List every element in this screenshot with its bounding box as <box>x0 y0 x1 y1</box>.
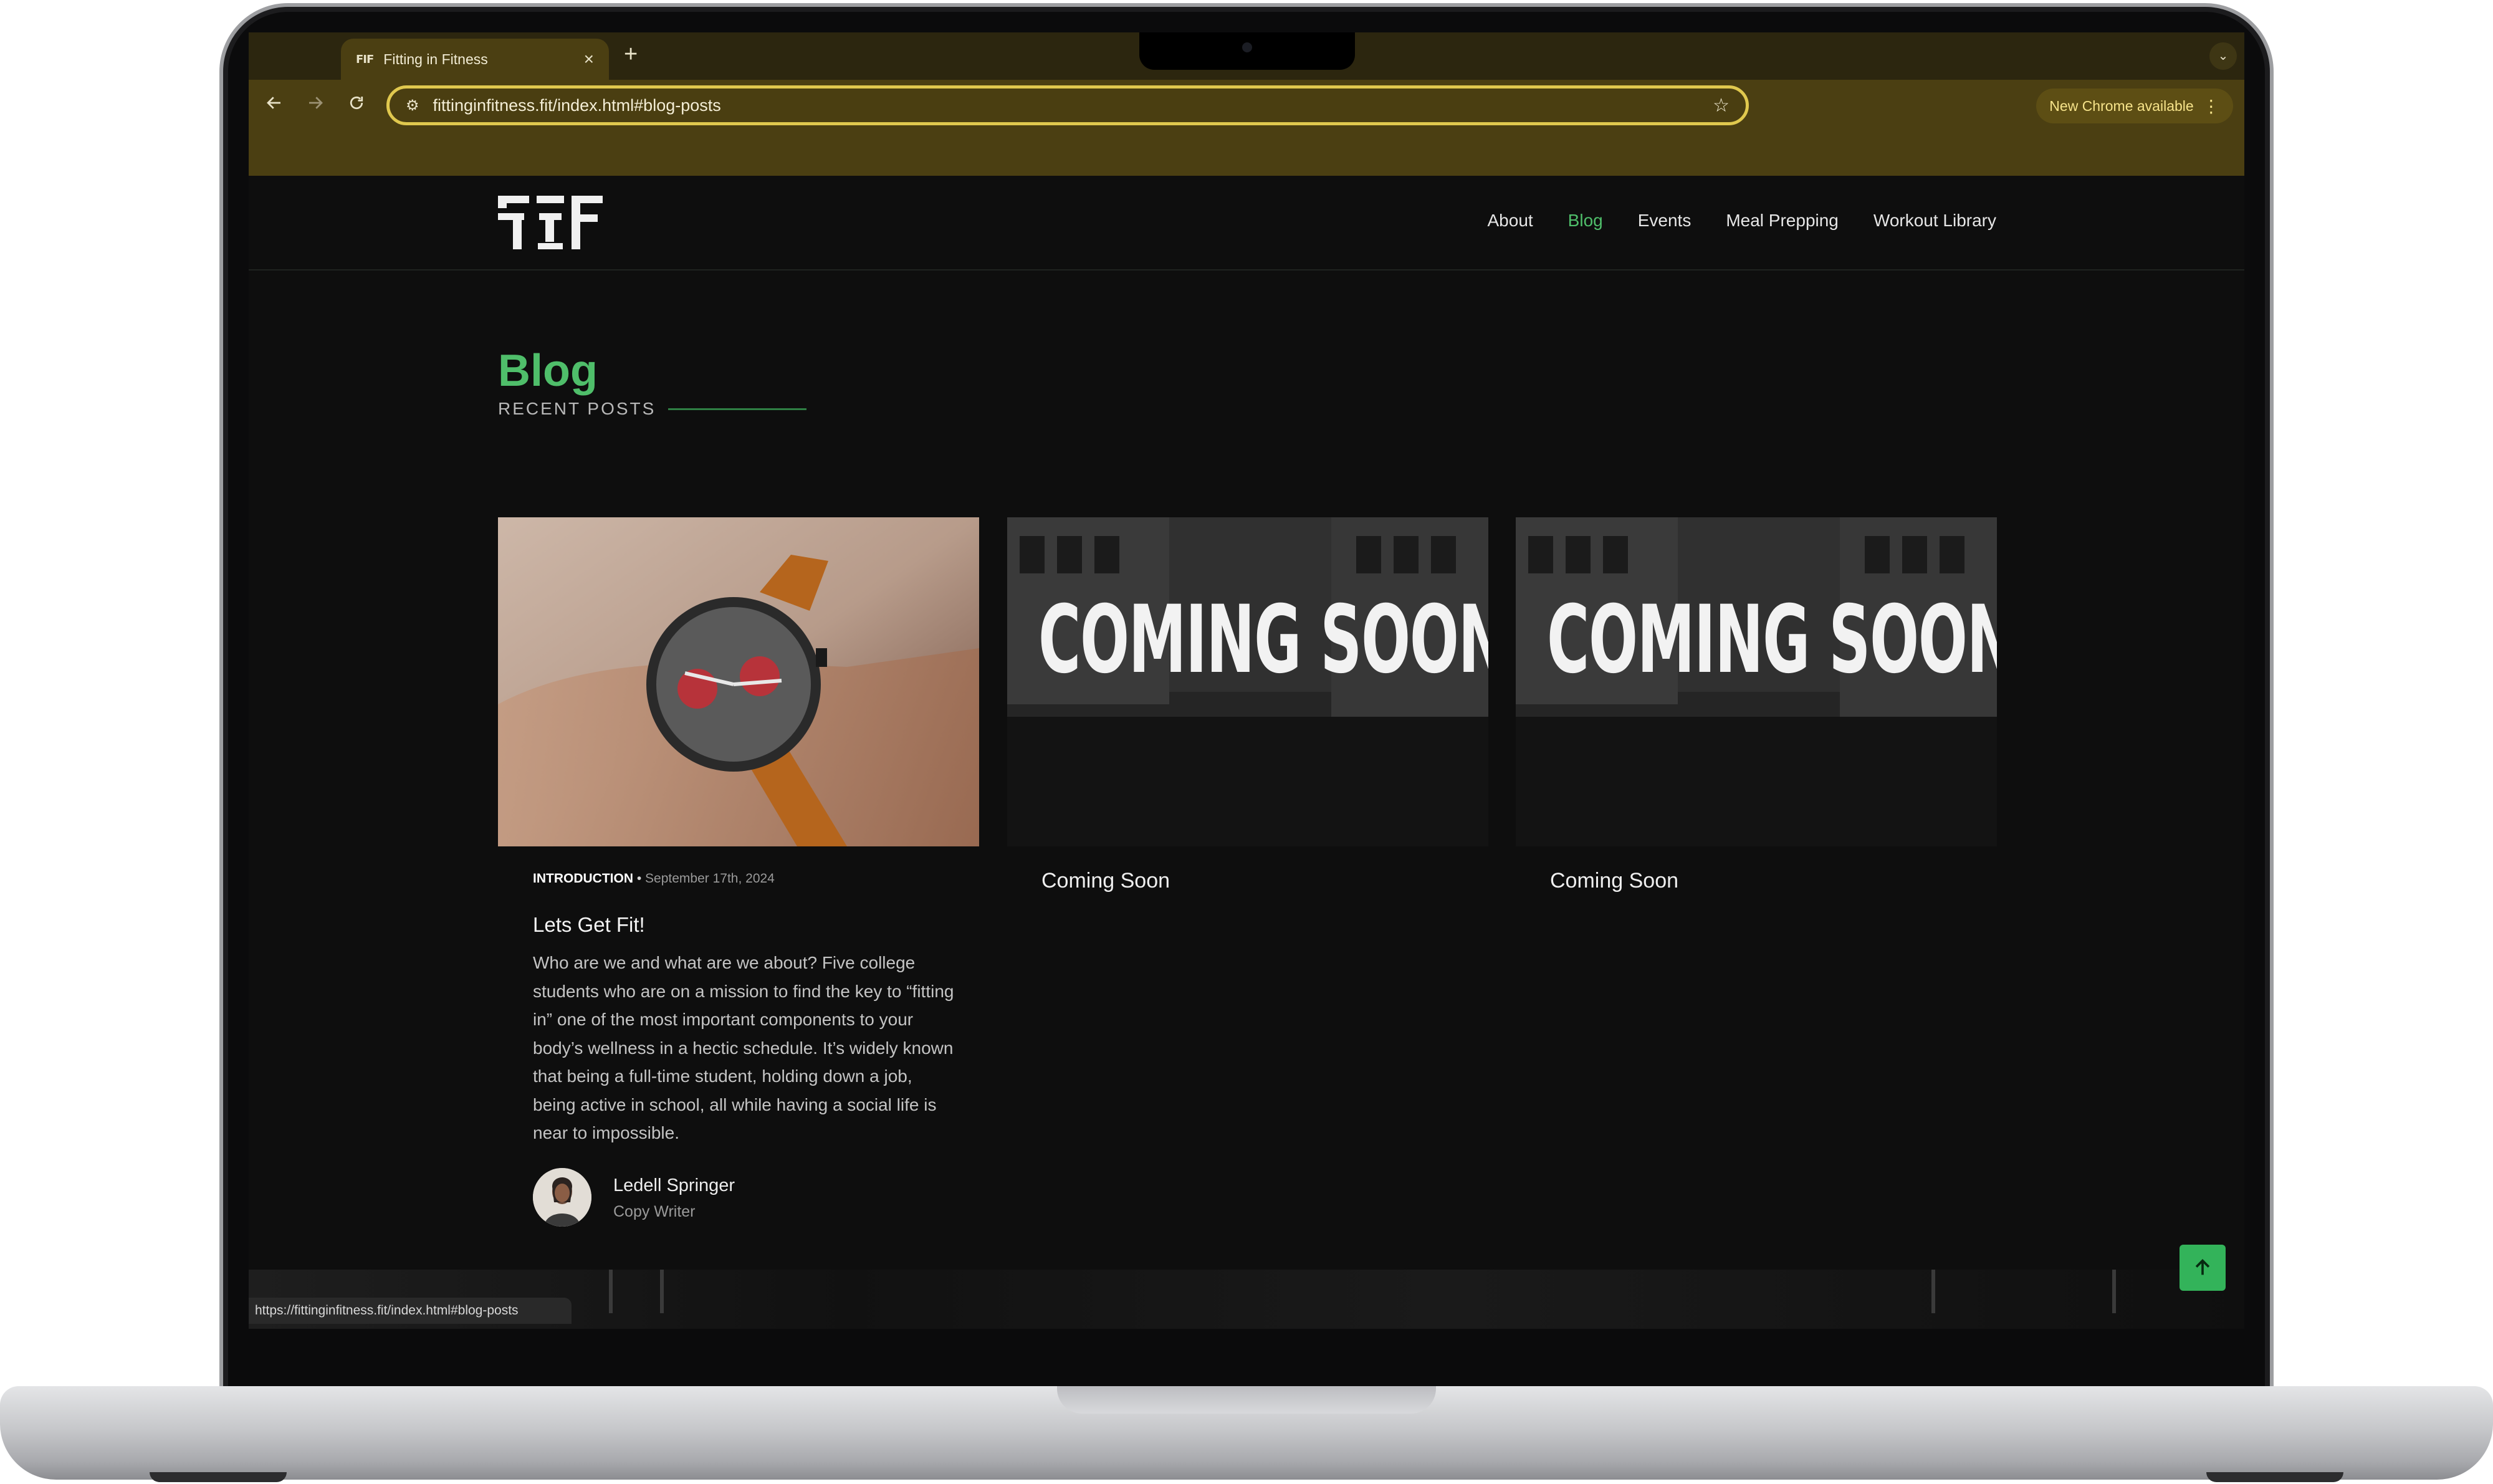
back-button[interactable] <box>265 93 284 117</box>
menu-dots-icon: ⋮ <box>2202 96 2220 116</box>
new-tab-button[interactable]: + <box>624 41 638 68</box>
favicon-icon: FIF <box>356 52 374 66</box>
web-page: About Blog Events Meal Prepping Workout … <box>249 176 2244 1329</box>
author-name: Ledell Springer <box>613 1175 735 1195</box>
avatar-photo <box>533 1168 591 1227</box>
forward-button[interactable] <box>306 93 325 117</box>
arrow-up-icon <box>2195 1259 2210 1275</box>
laptop-foot-right <box>2206 1472 2343 1482</box>
divider-line <box>668 408 807 410</box>
chrome-update-button[interactable]: New Chrome available ⋮ <box>2036 89 2233 123</box>
post-category[interactable]: INTRODUCTION <box>533 871 633 886</box>
strip-post <box>2112 1270 2116 1313</box>
recent-posts-label: RECENT POSTS <box>498 399 656 418</box>
nav-meal-prepping[interactable]: Meal Prepping <box>1726 211 1839 231</box>
author-avatar <box>533 1168 591 1227</box>
laptop-screen: FIF Fitting in Fitness × + ⌄ ⚙ fittingin… <box>249 32 2244 1329</box>
address-bar[interactable]: ⚙ fittinginfitness.fit/index.html#blog-p… <box>386 85 1749 125</box>
site-header: About Blog Events Meal Prepping Workout … <box>249 176 2244 270</box>
camera-notch <box>1139 32 1355 70</box>
arrow-right-icon <box>309 97 323 109</box>
update-label: New Chrome available <box>2049 97 2194 114</box>
post-title[interactable]: Lets Get Fit! <box>533 913 645 937</box>
author-role: Copy Writer <box>613 1203 696 1220</box>
strip-post <box>1931 1270 1935 1313</box>
post-image-watch[interactable] <box>498 517 979 846</box>
laptop-lid-notch <box>1057 1386 1436 1414</box>
arrow-left-icon <box>267 97 280 109</box>
reload-icon <box>350 96 363 110</box>
tab-search-button[interactable]: ⌄ <box>2209 42 2237 70</box>
page-title: Blog <box>498 346 598 396</box>
post-image-coming-soon-2[interactable]: COMING SOON <box>1516 517 1997 846</box>
post-meta: INTRODUCTION • September 17th, 2024 <box>533 871 775 886</box>
site-info-icon[interactable]: ⚙ <box>406 97 419 115</box>
meta-separator: • <box>636 871 642 886</box>
post-title-coming-soon-2[interactable]: Coming Soon <box>1550 869 1678 893</box>
link-status-bar: https://fittinginfitness.fit/index.html#… <box>249 1298 572 1324</box>
browser-tab[interactable]: FIF Fitting in Fitness × <box>341 39 609 80</box>
scroll-to-top-button[interactable] <box>2180 1245 2226 1291</box>
post-excerpt: Who are we and what are we about? Five c… <box>533 953 954 1142</box>
camera-icon <box>1242 42 1252 52</box>
reload-button[interactable] <box>347 93 366 117</box>
strip-post <box>660 1270 664 1313</box>
post-title-coming-soon-1[interactable]: Coming Soon <box>1041 869 1170 893</box>
nav-blog[interactable]: Blog <box>1568 211 1603 231</box>
tab-title: Fitting in Fitness <box>383 50 488 67</box>
section-subtitle: RECENT POSTS <box>498 399 807 419</box>
nav-events[interactable]: Events <box>1638 211 1692 231</box>
main-nav: About Blog Events Meal Prepping Workout … <box>1488 211 1997 231</box>
fif-logo[interactable] <box>498 194 603 251</box>
url-text[interactable]: fittinginfitness.fit/index.html#blog-pos… <box>433 96 1713 115</box>
nav-about[interactable]: About <box>1488 211 1533 231</box>
strip-post <box>609 1270 613 1313</box>
close-tab-icon[interactable]: × <box>584 49 594 69</box>
laptop-foot-left <box>150 1472 287 1482</box>
post-date: September 17th, 2024 <box>645 871 775 886</box>
bookmark-star-icon[interactable]: ☆ <box>1713 95 1730 117</box>
nav-workout-library[interactable]: Workout Library <box>1873 211 1996 231</box>
wristwatch-photo <box>498 517 979 846</box>
coming-soon-graphic: COMING SOON <box>1547 586 1997 694</box>
post-image-coming-soon-1[interactable]: COMING SOON <box>1007 517 1488 846</box>
coming-soon-graphic: COMING SOON <box>1038 586 1488 694</box>
